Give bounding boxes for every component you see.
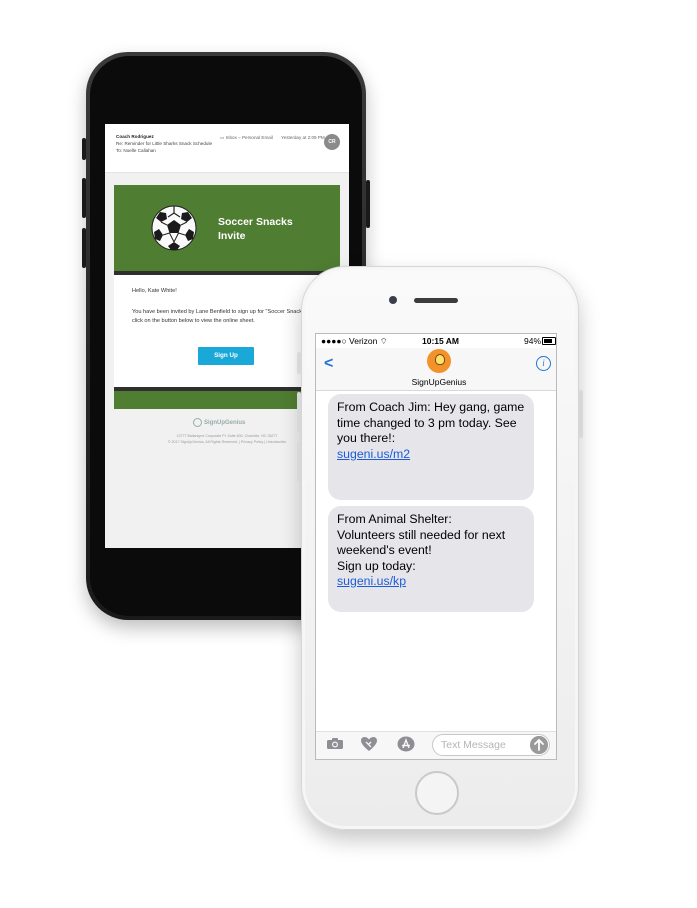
- white-phone-power-button: [579, 390, 583, 438]
- camera-icon[interactable]: [326, 737, 344, 750]
- back-chevron-icon[interactable]: <: [324, 355, 333, 373]
- white-phone-speaker: [414, 298, 458, 303]
- message-link[interactable]: sugeni.us/m2: [337, 447, 410, 461]
- email-folder: ▭ Inbox – Personal Email: [220, 135, 273, 140]
- banner-title: Soccer Snacks Invite: [218, 216, 293, 242]
- white-phone-home-button[interactable]: [415, 771, 459, 815]
- battery-percent: 94%: [524, 336, 542, 346]
- signupgenius-logo: SignUpGenius: [193, 418, 245, 427]
- info-icon[interactable]: i: [536, 356, 551, 371]
- soccer-ball-icon: [151, 205, 197, 251]
- status-bar: ●●●●○ Verizon ⌔ 10:15 AM 94%: [316, 334, 556, 347]
- contact-avatar-lightbulb-icon[interactable]: [427, 349, 451, 373]
- sender-avatar: CR: [324, 134, 340, 150]
- message-bubble: From Animal Shelter: Volunteers still ne…: [328, 506, 534, 612]
- email-subject-line: Re: Reminder for Little Sharks Snack Sch…: [116, 141, 213, 146]
- message-text: Sign up today:: [337, 558, 416, 573]
- wifi-icon: ⌔: [379, 336, 388, 346]
- email-greeting: Hello, Kate White!: [132, 288, 177, 294]
- carrier-signal: ●●●●○ Verizon ⌔: [321, 336, 388, 346]
- message-bubble: From Coach Jim: Hey gang, game time chan…: [328, 394, 534, 500]
- email-recipient-line: To: Noelle Callahan: [116, 148, 156, 153]
- email-header: Coach Rodriguez Re: Reminder for Little …: [105, 124, 349, 173]
- sign-up-button[interactable]: Sign Up: [198, 347, 254, 365]
- message-link[interactable]: sugeni.us/kp: [337, 574, 406, 588]
- app-store-icon[interactable]: [397, 736, 415, 752]
- email-from: Coach Rodriguez: [116, 134, 154, 139]
- clock: 10:15 AM: [422, 336, 460, 346]
- black-phone-mute-switch: [82, 138, 86, 160]
- message-text: Volunteers still needed for next weekend…: [337, 527, 506, 558]
- lightbulb-icon: [193, 418, 202, 427]
- white-phone-volume-up: [297, 392, 301, 432]
- digital-touch-icon[interactable]: [360, 736, 378, 752]
- email-date: Yesterday at 2:09 PM: [281, 135, 325, 140]
- messages-screen: ●●●●○ Verizon ⌔ 10:15 AM 94% < SignUpGen…: [315, 333, 557, 760]
- message-text: From Coach Jim: Hey gang, game time chan…: [337, 400, 525, 445]
- send-arrow-icon[interactable]: [530, 736, 548, 754]
- black-phone-power-button: [366, 180, 370, 228]
- battery-icon: [542, 337, 556, 345]
- white-phone-volume-down: [297, 442, 301, 482]
- black-phone-volume-up: [82, 178, 86, 218]
- black-phone-volume-down: [82, 228, 86, 268]
- contact-name[interactable]: SignUpGenius: [386, 377, 492, 387]
- white-phone-mute-switch: [297, 352, 301, 374]
- white-phone-camera: [389, 296, 397, 304]
- message-text: From Animal Shelter:: [337, 512, 452, 526]
